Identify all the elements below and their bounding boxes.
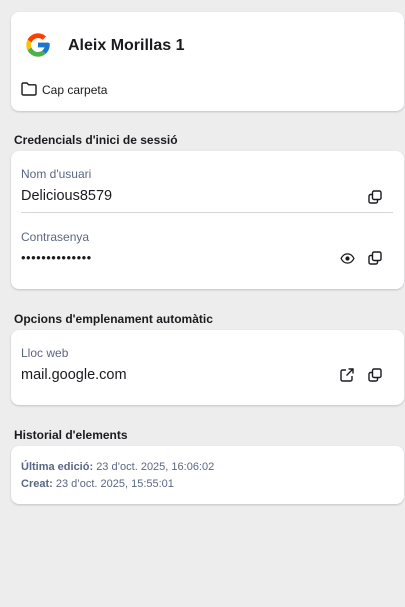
history-card: Última edició: 23 d’oct. 2025, 16:06:02 … <box>11 446 404 504</box>
open-website-button[interactable] <box>337 365 357 385</box>
item-name: Aleix Morillas 1 <box>68 37 185 54</box>
copy-password-button[interactable] <box>365 248 385 268</box>
credentials-card: Nom d'usuari Delicious8579 Contrasenya •… <box>11 151 404 289</box>
history-section-title: Historial d'elements <box>14 428 128 442</box>
autofill-section-title: Opcions d'emplenament automàtic <box>14 312 213 326</box>
created-value: 23 d’oct. 2025, 15:55:01 <box>55 478 174 490</box>
created-line: Creat: 23 d’oct. 2025, 15:55:01 <box>21 478 174 490</box>
last-edited-label: Última edició: <box>21 461 94 473</box>
website-label: Lloc web <box>21 346 69 360</box>
copy-website-button[interactable] <box>365 365 385 385</box>
copy-username-button[interactable] <box>365 187 385 207</box>
eye-icon <box>339 252 355 264</box>
copy-icon <box>368 190 382 204</box>
credentials-section-title: Credencials d'inici de sessió <box>14 133 178 147</box>
credentials-divider <box>21 212 393 213</box>
toggle-password-visibility-button[interactable] <box>337 248 357 268</box>
password-value[interactable]: •••••••••••••• <box>21 250 92 265</box>
autofill-card: Lloc web mail.google.com <box>11 330 404 405</box>
folder-label[interactable]: Cap carpeta <box>42 83 107 97</box>
website-value[interactable]: mail.google.com <box>21 367 127 383</box>
copy-icon <box>368 251 382 265</box>
username-label: Nom d'usuari <box>21 167 92 181</box>
username-value[interactable]: Delicious8579 <box>21 188 112 204</box>
last-edited-value: 23 d’oct. 2025, 16:06:02 <box>96 461 215 473</box>
password-label: Contrasenya <box>21 230 90 244</box>
external-link-icon <box>340 368 354 382</box>
created-label: Creat: <box>21 478 53 490</box>
copy-icon <box>368 368 382 382</box>
google-logo-icon <box>24 31 52 59</box>
last-edited-line: Última edició: 23 d’oct. 2025, 16:06:02 <box>21 461 214 473</box>
item-header-card: Aleix Morillas 1 Cap carpeta <box>11 12 404 111</box>
folder-icon <box>21 82 37 96</box>
